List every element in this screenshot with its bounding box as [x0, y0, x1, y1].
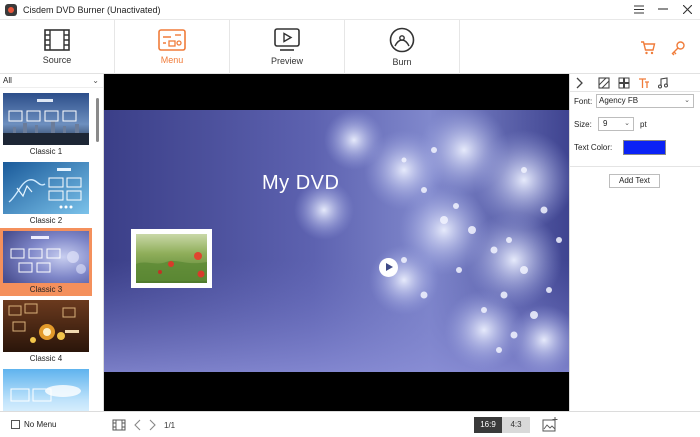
title-bar: Cisdem DVD Burner (Unactivated): [0, 0, 700, 19]
size-dropdown-value: 9: [603, 119, 608, 128]
no-menu-label: No Menu: [24, 420, 57, 429]
font-dropdown-value: Agency FB: [599, 96, 639, 105]
menu-template-icon: [158, 29, 186, 51]
template-caption: Classic 4: [29, 354, 63, 363]
template-caption: Classic 2: [29, 216, 63, 225]
template-panel: All ⌄ Classic 1 Classic 2 Classic 3 Clas…: [0, 74, 104, 411]
menu-title-text[interactable]: My DVD: [262, 172, 339, 195]
template-filter-value: All: [3, 76, 12, 85]
layout-icon[interactable]: [618, 77, 630, 89]
video-thumbnail-frame[interactable]: [131, 229, 212, 288]
minimize-icon[interactable]: [654, 1, 672, 17]
image-add-icon[interactable]: [542, 417, 558, 432]
text-icon[interactable]: [638, 77, 650, 89]
tab-source[interactable]: Source: [0, 20, 115, 74]
film-add-icon[interactable]: [112, 419, 126, 431]
bottom-bar: No Menu 1/1 16:9 4:3: [0, 411, 700, 437]
chevron-left-icon[interactable]: [134, 419, 142, 431]
chevron-down-icon: ⌄: [684, 97, 690, 104]
template-thumbnail: [3, 369, 89, 411]
play-screen-icon: [274, 28, 300, 51]
menu-preview: My DVD: [104, 74, 569, 411]
template-thumbnail: [3, 93, 89, 145]
no-menu-checkbox[interactable]: No Menu: [11, 420, 56, 429]
template-filter-dropdown[interactable]: All ⌄: [0, 74, 103, 88]
template-thumbnail: [3, 300, 89, 352]
size-label: Size:: [574, 120, 592, 129]
film-icon: [44, 29, 70, 51]
tab-burn[interactable]: Burn: [345, 20, 460, 74]
ratio-16-9-button[interactable]: 16:9: [474, 417, 502, 433]
template-item-classic-2[interactable]: Classic 2: [0, 159, 92, 227]
close-icon[interactable]: [678, 1, 696, 17]
chevron-down-icon: ⌄: [92, 76, 99, 85]
template-item-classic-1[interactable]: Classic 1: [0, 90, 92, 158]
chevron-right-icon[interactable]: [148, 419, 156, 431]
app-logo-icon: [5, 3, 17, 16]
ratio-4-3-button[interactable]: 4:3: [502, 417, 530, 433]
key-icon[interactable]: [670, 40, 686, 56]
tab-menu-label: Menu: [160, 55, 184, 65]
template-caption: Classic 3: [29, 285, 63, 294]
menu-icon[interactable]: [630, 1, 648, 17]
property-tabs: [570, 74, 700, 92]
template-caption: Classic 1: [29, 147, 63, 156]
scrollbar-thumb[interactable]: [96, 98, 99, 142]
template-item-classic-3[interactable]: Classic 3: [0, 228, 92, 296]
disc-icon: [389, 27, 415, 53]
size-unit: pt: [640, 120, 647, 129]
template-list-scrollbar[interactable]: [96, 90, 100, 411]
video-thumbnail: [136, 234, 207, 283]
chevron-down-icon: ⌄: [624, 120, 630, 127]
template-thumbnail: [3, 162, 89, 214]
font-dropdown[interactable]: Agency FB ⌄: [596, 94, 694, 108]
template-thumbnail: [3, 231, 89, 283]
menu-background: My DVD: [104, 110, 569, 372]
tab-preview-label: Preview: [270, 56, 303, 66]
size-dropdown[interactable]: 9 ⌄: [598, 117, 634, 131]
tab-preview[interactable]: Preview: [230, 20, 345, 74]
tab-menu[interactable]: Menu: [115, 20, 230, 74]
template-item-classic-4[interactable]: Classic 4: [0, 297, 92, 365]
font-label: Font:: [574, 97, 593, 106]
background-icon[interactable]: [598, 77, 610, 89]
template-list: Classic 1 Classic 2 Classic 3 Classic 4: [0, 90, 96, 411]
text-color-label: Text Color:: [574, 143, 613, 152]
divider: [570, 166, 700, 167]
page-indicator: 1/1: [164, 421, 176, 430]
cart-icon[interactable]: [640, 40, 656, 56]
music-icon[interactable]: [657, 77, 669, 89]
tab-source-label: Source: [42, 55, 72, 65]
template-item-5[interactable]: [0, 366, 92, 411]
checkbox-box[interactable]: [11, 420, 20, 429]
chevron-right-icon[interactable]: [574, 77, 586, 89]
window-title: Cisdem DVD Burner (Unactivated): [23, 4, 161, 15]
text-properties-panel: Font: Agency FB ⌄ Size: 9 ⌄ pt Text Colo…: [569, 74, 700, 411]
tab-burn-label: Burn: [392, 57, 412, 67]
play-icon[interactable]: [379, 258, 398, 277]
main-toolbar: Source Menu Preview Burn: [0, 19, 700, 74]
add-text-button[interactable]: Add Text: [609, 174, 660, 188]
text-color-swatch[interactable]: [623, 140, 666, 155]
